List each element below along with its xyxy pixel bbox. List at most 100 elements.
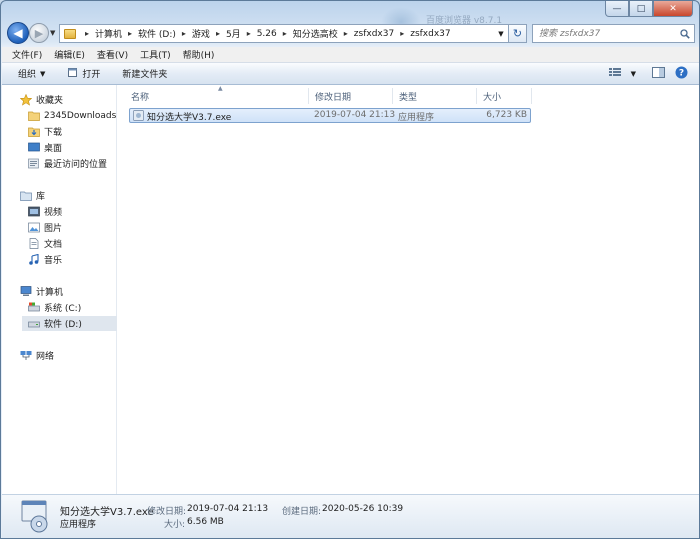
menu-view[interactable]: 查看(V) — [97, 48, 128, 61]
breadcrumb-item-zhifenxuan[interactable]: 知分选高校 — [293, 27, 338, 40]
preview-pane-icon[interactable] — [652, 66, 665, 81]
view-dropdown-icon[interactable]: ▼ — [631, 70, 636, 78]
table-row[interactable]: 知分选大学V3.7.exe 2019-07-04 21:13 应用程序 6,72… — [129, 108, 531, 123]
sidebar-item-documents[interactable]: 文档 — [28, 236, 62, 251]
chevron-right-icon[interactable]: ▸ — [277, 29, 293, 38]
sidebar-favorites[interactable]: 收藏夹 — [20, 92, 63, 107]
recent-pages-dropdown-icon[interactable]: ▼ — [50, 29, 55, 37]
sidebar-item-drive-d[interactable]: 软件 (D:) — [22, 316, 117, 331]
details-created-value: 2020-05-26 10:39 — [322, 504, 404, 514]
breadcrumb-item-games[interactable]: 游戏 — [192, 27, 210, 40]
breadcrumb-item-zsfxdx37-parent[interactable]: zsfxdx37 — [354, 29, 394, 39]
search-icon[interactable] — [676, 28, 694, 39]
details-size-label: 大小: — [164, 520, 186, 530]
exe-file-icon — [133, 110, 144, 124]
details-file-name: 知分选大学V3.7.exe — [60, 507, 154, 518]
chevron-right-icon[interactable]: ▸ — [241, 29, 257, 38]
sidebar-item-downloads[interactable]: 下载 — [28, 124, 62, 139]
column-header-name[interactable]: 名称 ▲ — [125, 85, 309, 104]
search-input[interactable] — [533, 26, 676, 41]
sidebar-item-recent-places[interactable]: 最近访问的位置 — [28, 156, 107, 171]
command-bar: 组织 ▼ 打开 新建文件夹 ▼ ? — [2, 63, 699, 85]
music-icon — [28, 254, 40, 266]
chevron-right-icon[interactable]: ▸ — [176, 29, 192, 38]
breadcrumb-item-computer[interactable]: 计算机 — [95, 27, 122, 40]
change-view-icon[interactable] — [608, 67, 621, 80]
folder-icon — [28, 110, 40, 122]
organize-button[interactable]: 组织 ▼ — [18, 67, 45, 81]
maximize-button[interactable]: □ — [629, 1, 653, 17]
navigation-pane[interactable]: 收藏夹 2345Downloads 下载 桌面 最近访问的位置 库 视频 图片 … — [2, 85, 117, 494]
sidebar-item-label: 最近访问的位置 — [44, 160, 108, 170]
forward-button[interactable]: ▶ — [29, 23, 49, 43]
menu-tools[interactable]: 工具(T) — [140, 48, 171, 61]
column-header-size-label: 大小 — [483, 92, 502, 103]
chevron-right-icon[interactable]: ▸ — [394, 29, 410, 38]
breadcrumb-item-may[interactable]: 5月 — [226, 27, 241, 40]
picture-icon — [28, 222, 40, 234]
sidebar-item-videos[interactable]: 视频 — [28, 204, 62, 219]
file-type: 应用程序 — [398, 113, 435, 123]
sidebar-item-music[interactable]: 音乐 — [28, 252, 62, 267]
address-bar[interactable]: ▸ 计算机 ▸ 软件 (D:) ▸ 游戏 ▸ 5月 ▸ 5.26 ▸ 知分选高校… — [59, 24, 509, 43]
new-folder-button[interactable]: 新建文件夹 — [122, 67, 167, 80]
details-file-type: 应用程序 — [60, 520, 97, 530]
star-icon — [20, 93, 32, 106]
computer-icon — [20, 286, 32, 298]
sidebar-item-desktop[interactable]: 桌面 — [28, 140, 62, 155]
minimize-button[interactable]: — — [605, 1, 629, 17]
search-box[interactable] — [532, 24, 695, 43]
sidebar-network-label: 网络 — [36, 352, 55, 362]
sidebar-item-drive-c[interactable]: 系统 (C:) — [28, 300, 81, 315]
new-folder-label: 新建文件夹 — [122, 70, 168, 80]
organize-label: 组织 — [18, 70, 37, 80]
drive-icon — [28, 318, 40, 330]
chevron-right-icon[interactable]: ▸ — [79, 29, 95, 38]
menu-file[interactable]: 文件(F) — [12, 48, 42, 61]
address-dropdown-icon[interactable]: ▼ — [494, 30, 508, 38]
sidebar-item-label: 视频 — [44, 208, 63, 218]
main-area: 收藏夹 2345Downloads 下载 桌面 最近访问的位置 库 视频 图片 … — [2, 85, 699, 494]
chevron-right-icon[interactable]: ▸ — [210, 29, 226, 38]
column-header-modified[interactable]: 修改日期 — [309, 88, 393, 104]
sidebar-item-label: 系统 (C:) — [44, 304, 82, 314]
file-list[interactable]: 名称 ▲ 修改日期 类型 大小 知分选大学V3.7.exe 2019-07-04… — [122, 85, 699, 494]
sidebar-item-label: 图片 — [44, 224, 63, 234]
sidebar-item-label: 音乐 — [44, 256, 63, 266]
open-button[interactable]: 打开 — [67, 67, 100, 81]
column-header-type[interactable]: 类型 — [393, 88, 477, 104]
breadcrumb: ▸ 计算机 ▸ 软件 (D:) ▸ 游戏 ▸ 5月 ▸ 5.26 ▸ 知分选高校… — [79, 27, 451, 41]
library-icon — [20, 190, 32, 202]
column-header-size[interactable]: 大小 — [477, 88, 532, 104]
menu-edit[interactable]: 编辑(E) — [54, 48, 85, 61]
sidebar-computer[interactable]: 计算机 — [20, 284, 63, 299]
column-header-type-label: 类型 — [399, 92, 418, 103]
download-folder-icon — [28, 126, 40, 138]
details-modified-label: 修改日期: — [147, 507, 187, 517]
sidebar-network[interactable]: 网络 — [20, 348, 54, 363]
back-button[interactable]: ◀ — [7, 22, 29, 44]
folder-icon — [64, 28, 76, 39]
chevron-right-icon[interactable]: ▸ — [338, 29, 354, 38]
network-icon — [20, 350, 32, 362]
sidebar-item-2345downloads[interactable]: 2345Downloads — [28, 108, 116, 123]
menu-help[interactable]: 帮助(H) — [183, 48, 215, 61]
refresh-button[interactable]: ↻ — [509, 24, 527, 43]
close-button[interactable]: ✕ — [653, 1, 693, 17]
open-label: 打开 — [82, 70, 101, 80]
help-icon[interactable]: ? — [675, 66, 688, 82]
sidebar-item-pictures[interactable]: 图片 — [28, 220, 62, 235]
sidebar-libraries[interactable]: 库 — [20, 188, 45, 203]
open-file-icon — [67, 67, 78, 81]
caption-buttons: — □ ✕ — [605, 1, 693, 17]
explorer-window: 百度浏览器 v8.7.1 — □ ✕ ◀ ▶ ▼ ▸ 计算机 ▸ 软件 (D:)… — [0, 0, 700, 539]
file-size: 6,723 KB — [486, 110, 527, 120]
video-icon — [28, 206, 40, 218]
breadcrumb-item-5-26[interactable]: 5.26 — [257, 29, 277, 39]
breadcrumb-item-zsfxdx37[interactable]: zsfxdx37 — [410, 29, 450, 39]
sidebar-item-label: 文档 — [44, 240, 63, 250]
sidebar-libraries-label: 库 — [36, 192, 46, 202]
breadcrumb-item-drive-d[interactable]: 软件 (D:) — [138, 27, 176, 40]
chevron-right-icon[interactable]: ▸ — [122, 29, 138, 38]
sort-up-icon: ▲ — [218, 85, 223, 92]
